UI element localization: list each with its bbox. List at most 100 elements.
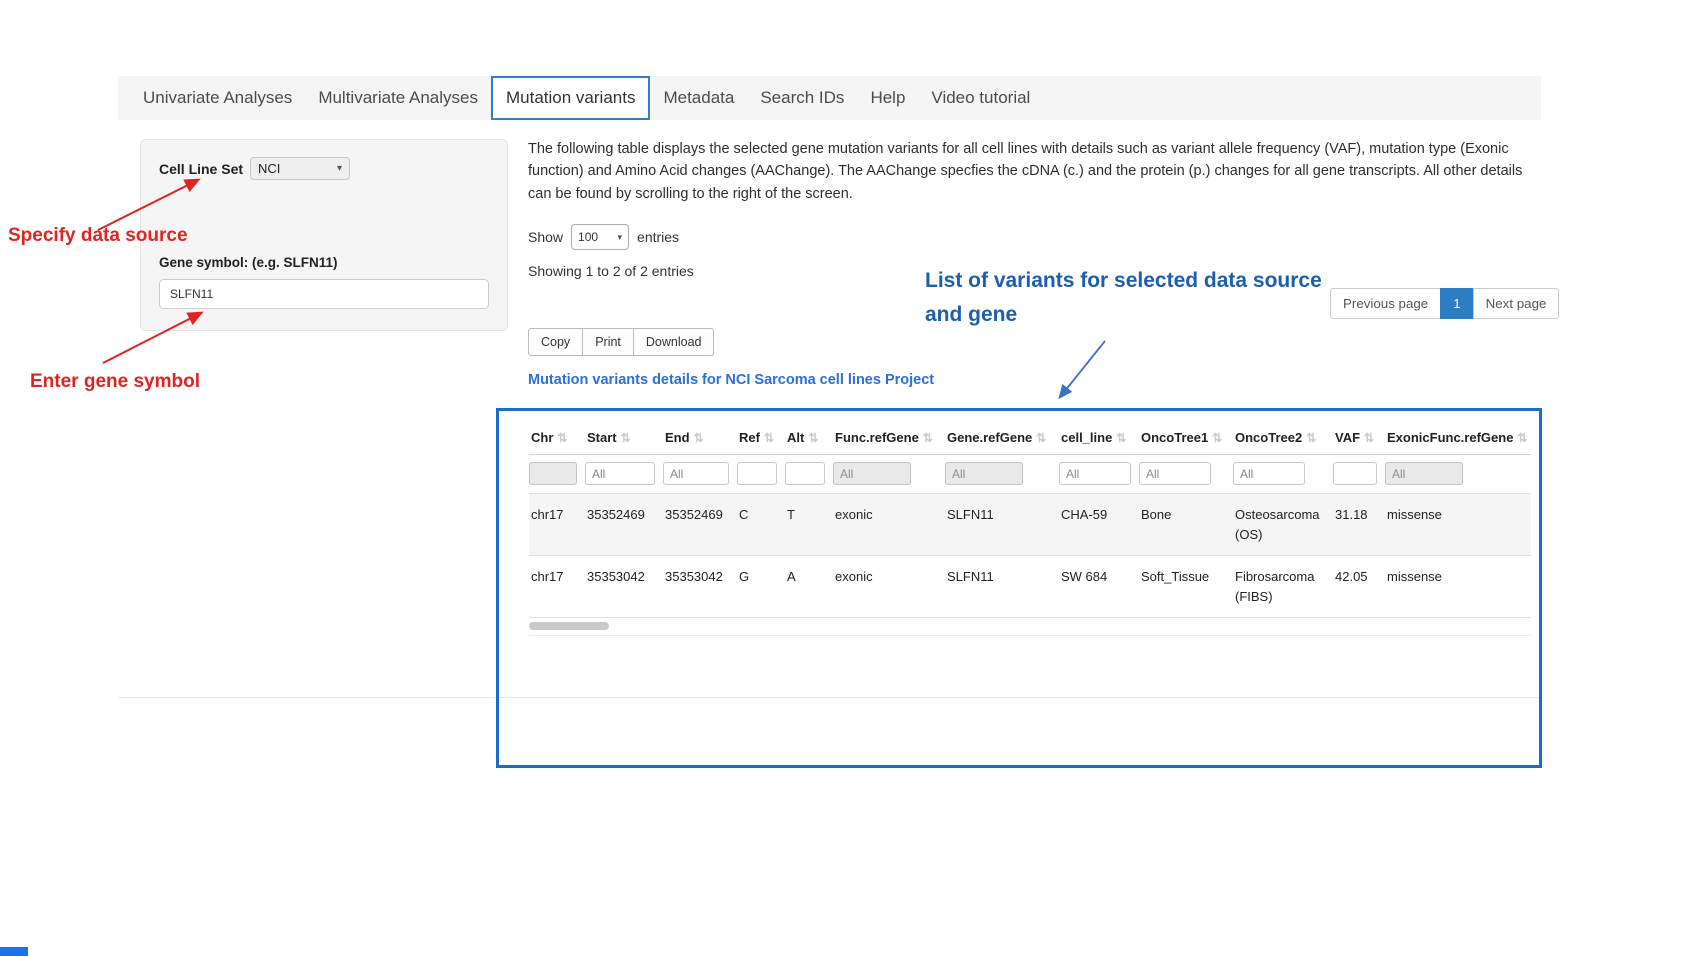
column-header-oncotree2[interactable]: OncoTree2 ⇅ (1233, 421, 1333, 455)
sort-icon[interactable]: ⇅ (764, 431, 774, 445)
filter-cell-line[interactable] (1059, 462, 1131, 485)
table-cell: Osteosarcoma (OS) (1233, 494, 1333, 556)
filter-cell (737, 455, 785, 494)
sort-icon[interactable]: ⇅ (1212, 431, 1222, 445)
sort-icon[interactable]: ⇅ (694, 431, 704, 445)
column-header-ref[interactable]: Ref⇅ (737, 421, 785, 455)
gene-symbol-input[interactable] (159, 279, 489, 309)
filter-vaf[interactable] (1333, 462, 1377, 485)
sort-icon[interactable]: ⇅ (1364, 431, 1374, 445)
column-header-cell-line[interactable]: cell_line⇅ (1059, 421, 1139, 455)
filter-cell (1333, 455, 1385, 494)
table-cell: 31.18 (1333, 494, 1385, 556)
previous-page-button[interactable]: Previous page (1330, 288, 1441, 319)
table-cell: T (785, 494, 833, 556)
table-cell: 35352469 (663, 494, 737, 556)
cell-line-set-select[interactable]: NCI ▾ (250, 157, 350, 180)
filter-cell (785, 455, 833, 494)
table-cell: exonic (833, 556, 945, 618)
table-cell: 42.05 (1333, 556, 1385, 618)
column-label: VAF (1335, 430, 1360, 445)
table-cell: 35353042 (663, 556, 737, 618)
entries-per-page-value: 100 (578, 230, 598, 244)
corner-accent (0, 947, 28, 956)
annotation-enter-gene-symbol: Enter gene symbol (30, 371, 200, 393)
table-row[interactable]: chr173535246935352469CTexonicSLFN11CHA-5… (529, 494, 1531, 556)
nav-tab-help[interactable]: Help (857, 76, 918, 120)
print-button[interactable]: Print (582, 328, 634, 356)
column-header-oncotree1[interactable]: OncoTree1 ⇅ (1139, 421, 1233, 455)
filter-oncotree1[interactable] (1139, 462, 1211, 485)
table-cell: C (737, 494, 785, 556)
download-button[interactable]: Download (633, 328, 715, 356)
sort-icon[interactable]: ⇅ (1116, 431, 1126, 445)
filter-end[interactable] (663, 462, 729, 485)
annotation-specify-data-source: Specify data source (8, 225, 188, 247)
sort-icon[interactable]: ⇅ (1517, 431, 1527, 445)
column-label: OncoTree1 (1141, 430, 1208, 445)
sort-icon[interactable]: ⇅ (923, 431, 933, 445)
filter-cell (833, 455, 945, 494)
filter-chr[interactable] (529, 462, 577, 485)
filter-cell (663, 455, 737, 494)
column-header-chr[interactable]: Chr⇅ (529, 421, 585, 455)
variants-table: Chr⇅Start⇅End⇅Ref⇅Alt⇅Func.refGene⇅Gene.… (529, 421, 1531, 618)
input-panel: Cell Line Set NCI ▾ Gene symbol: (e.g. S… (140, 139, 508, 331)
horizontal-scrollbar-track[interactable] (529, 618, 1531, 636)
nav-tab-metadata[interactable]: Metadata (650, 76, 747, 120)
filter-func-refgene[interactable] (833, 462, 911, 485)
nav-tab-search-ids[interactable]: Search IDs (747, 76, 857, 120)
sort-icon[interactable]: ⇅ (1036, 431, 1046, 445)
horizontal-scrollbar-thumb[interactable] (529, 622, 609, 630)
nav-tab-multivariate-analyses[interactable]: Multivariate Analyses (305, 76, 491, 120)
column-header-start[interactable]: Start ⇅ (585, 421, 663, 455)
table-cell: 35352469 (585, 494, 663, 556)
export-button-group: Copy Print Download (528, 328, 714, 356)
nav-tab-video-tutorial[interactable]: Video tutorial (918, 76, 1043, 120)
page-number-button[interactable]: 1 (1440, 288, 1473, 319)
sort-icon[interactable]: ⇅ (808, 431, 818, 445)
filter-ref[interactable] (737, 462, 777, 485)
filter-start[interactable] (585, 462, 655, 485)
column-label: Gene.refGene (947, 430, 1032, 445)
sort-icon[interactable]: ⇅ (557, 431, 567, 445)
filter-gene-refgene[interactable] (945, 462, 1023, 485)
nav-tab-mutation-variants[interactable]: Mutation variants (491, 76, 650, 120)
table-footer-divider (499, 697, 1539, 698)
filter-cell (585, 455, 663, 494)
column-label: ExonicFunc.refGene (1387, 430, 1513, 445)
arrow-variants-list (1060, 341, 1105, 397)
filter-cell (1385, 455, 1531, 494)
column-header-exonicfunc-refgene[interactable]: ExonicFunc.refGene ⇅ (1385, 421, 1531, 455)
copy-button[interactable]: Copy (528, 328, 583, 356)
table-row[interactable]: chr173535304235353042GAexonicSLFN11SW 68… (529, 556, 1531, 618)
entries-per-page-select[interactable]: 100 ▾ (571, 224, 629, 250)
column-header-func-refgene[interactable]: Func.refGene ⇅ (833, 421, 945, 455)
column-header-vaf[interactable]: VAF ⇅ (1333, 421, 1385, 455)
column-label: Start (587, 430, 617, 445)
table-cell: missense (1385, 494, 1531, 556)
column-header-alt[interactable]: Alt⇅ (785, 421, 833, 455)
cell-line-set-value: NCI (258, 161, 280, 176)
table-cell: SLFN11 (945, 494, 1059, 556)
filter-exonicfunc-refgene[interactable] (1385, 462, 1463, 485)
sort-icon[interactable]: ⇅ (1306, 431, 1316, 445)
filter-oncotree2[interactable] (1233, 462, 1305, 485)
pagination: Previous page 1 Next page (1330, 288, 1559, 319)
column-label: OncoTree2 (1235, 430, 1302, 445)
nav-tab-univariate-analyses[interactable]: Univariate Analyses (130, 76, 305, 120)
chevron-down-icon: ▾ (337, 163, 342, 174)
table-cell: 35353042 (585, 556, 663, 618)
column-label: End (665, 430, 690, 445)
table-title-link[interactable]: Mutation variants details for NCI Sarcom… (528, 372, 934, 388)
sort-icon[interactable]: ⇅ (621, 431, 631, 445)
table-cell: missense (1385, 556, 1531, 618)
variants-table-container: Chr⇅Start⇅End⇅Ref⇅Alt⇅Func.refGene⇅Gene.… (496, 408, 1542, 768)
annotation-variants-list: List of variants for selected data sourc… (925, 264, 1325, 331)
column-label: Func.refGene (835, 430, 919, 445)
filter-alt[interactable] (785, 462, 825, 485)
table-filter-row (529, 455, 1531, 494)
next-page-button[interactable]: Next page (1473, 288, 1560, 319)
column-header-end[interactable]: End ⇅ (663, 421, 737, 455)
column-header-gene-refgene[interactable]: Gene.refGene ⇅ (945, 421, 1059, 455)
